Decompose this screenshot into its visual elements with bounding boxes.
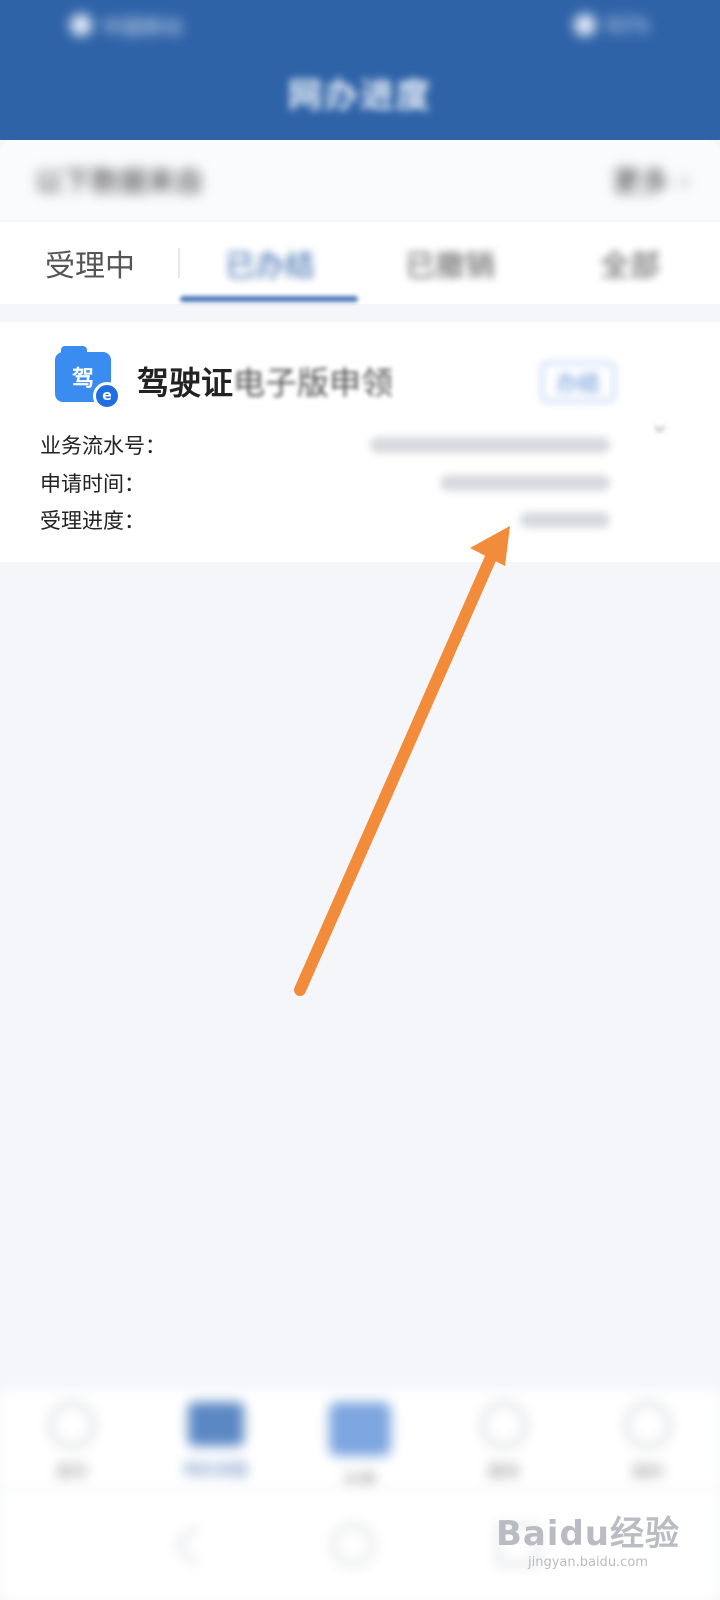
progress-icon — [188, 1402, 244, 1446]
serial-number-value — [370, 434, 610, 458]
apply-time-redacted — [440, 475, 610, 491]
chevron-right-icon: › — [678, 163, 690, 197]
notice-bar[interactable]: 以下数据来自 更多 › — [0, 140, 720, 220]
card-title-rest: 电子版申领 — [233, 364, 394, 402]
tab-label: 已办结 — [225, 249, 315, 284]
nav-service[interactable]: 办事 — [300, 1402, 420, 1490]
progress-redacted — [520, 512, 610, 528]
status-left: 中国移动 — [70, 11, 182, 40]
nav-label: 服务 — [487, 1462, 520, 1481]
driving-license-icon: 驾 e — [55, 346, 121, 410]
tab-processing[interactable]: 受理中 — [0, 222, 180, 304]
notice-text: 以下数据来自 — [35, 165, 204, 198]
icon-tab — [61, 346, 87, 356]
top-header: 中国移动 92% 网办进度 — [0, 0, 720, 140]
progress-label: 受理进度： — [40, 509, 145, 533]
tab-completed[interactable]: 已办结 — [180, 222, 360, 304]
watermark: Baidu经验 jingyan.baidu.com — [496, 1506, 680, 1570]
signal-icon — [70, 14, 92, 36]
home-button-icon[interactable] — [332, 1524, 375, 1566]
serial-number-label: 业务流水号： — [40, 434, 166, 458]
nav-label: 我的 — [631, 1462, 664, 1481]
nav-label: 办事 — [343, 1470, 376, 1489]
nav-home[interactable]: 首页 — [12, 1402, 132, 1482]
back-icon[interactable] — [175, 1524, 217, 1566]
more-link[interactable]: 更多 › — [613, 160, 690, 200]
alarm-icon — [573, 14, 596, 36]
user-icon — [625, 1402, 671, 1448]
tab-label: 已撤销 — [405, 249, 495, 284]
serial-number-redacted — [370, 437, 610, 453]
watermark-url: jingyan.baidu.com — [527, 1555, 648, 1570]
home-icon — [49, 1402, 95, 1448]
carrier-text: 中国移动 — [102, 14, 182, 39]
chevron-down-icon[interactable]: › — [645, 424, 675, 434]
tab-label: 受理中 — [45, 249, 135, 284]
application-card[interactable]: 驾 e 驾驶证 电子版申领 办结 › 业务流水号： 申请时间： 受理进度： — [0, 322, 720, 562]
nav-mine[interactable]: 我的 — [588, 1402, 708, 1482]
bottom-navigation: 首页 网办进度 办事 服务 我的 — [0, 1390, 720, 1490]
service-icon — [329, 1402, 391, 1456]
apply-time-value — [440, 472, 610, 496]
status-tabs: 受理中 已办结 已撤销 全部 — [0, 222, 720, 304]
tab-label: 全部 — [600, 249, 660, 284]
icon-char: 驾 — [71, 367, 94, 392]
more-label: 更多 — [612, 165, 669, 198]
grid-icon — [481, 1402, 527, 1448]
status-bar: 中国移动 92% — [0, 0, 720, 50]
tab-all[interactable]: 全部 — [540, 222, 720, 304]
status-right: 92% — [573, 13, 650, 37]
tab-revoked[interactable]: 已撤销 — [360, 222, 540, 304]
card-title: 驾驶证 — [137, 364, 234, 402]
nav-label: 网办进度 — [183, 1460, 248, 1479]
watermark-logo: Baidu经验 — [495, 1514, 680, 1554]
progress-value — [520, 509, 610, 533]
nav-label: 首页 — [55, 1462, 88, 1481]
arrow-shaft — [294, 549, 498, 996]
nav-progress[interactable]: 网办进度 — [156, 1402, 276, 1480]
status-badge: 办结 — [541, 362, 615, 402]
apply-time-label: 申请时间： — [40, 472, 145, 496]
page-title: 网办进度 — [288, 76, 432, 116]
nav-more[interactable]: 服务 — [444, 1402, 564, 1482]
battery-text: 92% — [605, 13, 650, 37]
active-tab-indicator — [180, 296, 358, 302]
electronic-badge-icon: e — [93, 382, 121, 410]
